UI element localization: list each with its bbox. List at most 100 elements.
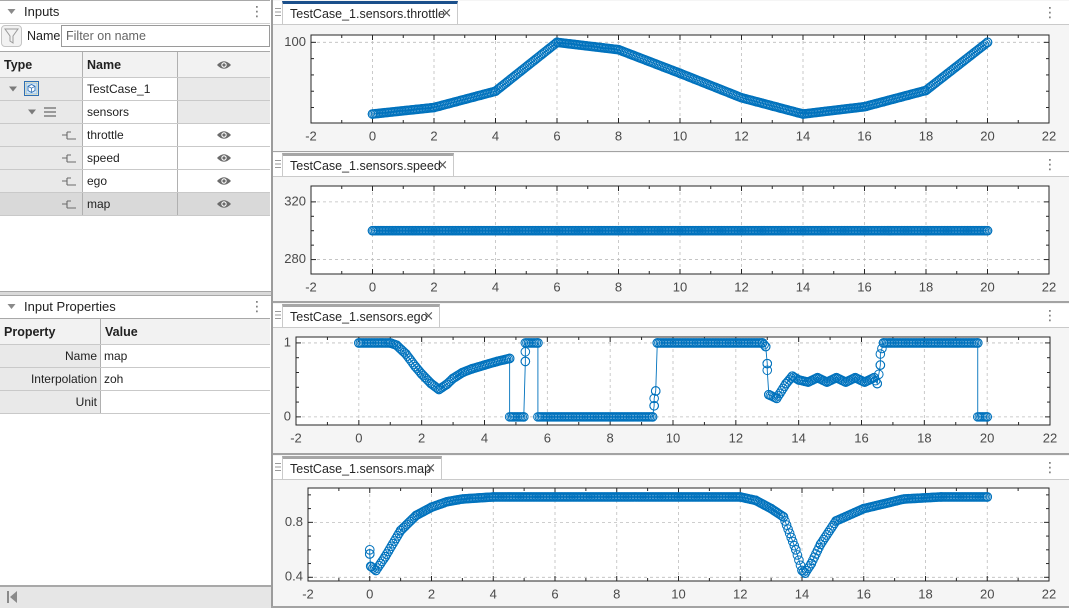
funnel-icon[interactable] xyxy=(1,25,22,47)
x-tick-label: 6 xyxy=(551,586,558,601)
filter-name-input[interactable] xyxy=(61,25,270,47)
close-tab-icon[interactable]: × xyxy=(425,461,436,476)
plot-panel-throttle: TestCase_1.sensors.throttle × ⋮ -2 0 2 4 6 8 1… xyxy=(273,0,1069,151)
eye-icon[interactable] xyxy=(216,199,232,209)
x-tick-label: 20 xyxy=(980,279,994,294)
visibility-toggle[interactable] xyxy=(178,193,270,215)
more-options-icon[interactable]: ⋮ xyxy=(1043,460,1057,476)
column-header-visibility[interactable] xyxy=(178,52,270,77)
property-value-name[interactable]: map xyxy=(101,345,270,367)
tree-row-speed[interactable]: speed xyxy=(0,147,270,170)
signal-icon xyxy=(62,200,76,209)
property-value-unit[interactable] xyxy=(101,391,270,413)
expand-triangle-icon[interactable] xyxy=(28,109,36,115)
tree-row-name: speed xyxy=(83,147,178,169)
column-header-name[interactable]: Name xyxy=(83,52,178,77)
x-tick-label: 4 xyxy=(492,279,499,294)
close-tab-icon[interactable]: × xyxy=(423,309,434,324)
more-options-icon[interactable]: ⋮ xyxy=(1043,5,1057,21)
map-chart: -2 0 2 4 6 8 10 12 14 16 18 20 22 0.4 0.8 xyxy=(285,487,1056,601)
visibility-toggle[interactable] xyxy=(178,124,270,146)
close-tab-icon[interactable]: × xyxy=(441,6,452,21)
x-tick-label: -2 xyxy=(305,128,317,143)
x-tick-label: -2 xyxy=(302,586,314,601)
x-tick-label: 22 xyxy=(1042,586,1056,601)
signal-icon xyxy=(62,177,76,186)
x-tick-label: 2 xyxy=(430,279,437,294)
x-tick-label: 2 xyxy=(430,128,437,143)
tab-label: TestCase_1.sensors.map xyxy=(290,462,432,476)
collapse-triangle-icon[interactable] xyxy=(7,8,16,15)
close-tab-icon[interactable]: × xyxy=(437,158,448,173)
x-tick-label: 10 xyxy=(673,128,687,143)
x-tick-label: 8 xyxy=(613,586,620,601)
drag-grip-icon[interactable] xyxy=(275,310,281,320)
eye-icon xyxy=(217,60,231,69)
visibility-cell xyxy=(178,78,270,100)
x-tick-label: 2 xyxy=(418,430,425,445)
tree-row-testcase[interactable]: TestCase_1 xyxy=(0,78,270,101)
x-tick-label: 0 xyxy=(369,128,376,143)
property-label: Unit xyxy=(0,391,101,413)
tab-map[interactable]: TestCase_1.sensors.map × xyxy=(282,456,442,479)
signal-icon xyxy=(62,154,76,163)
x-tick-label: 4 xyxy=(490,586,497,601)
eye-icon[interactable] xyxy=(216,176,232,186)
properties-table: Property Value Name map Interpolation zo… xyxy=(0,318,270,414)
inputs-table-header: Type Name xyxy=(0,52,270,78)
x-tick-label: 10 xyxy=(671,586,685,601)
x-tick-label: -2 xyxy=(305,279,317,294)
eye-icon[interactable] xyxy=(216,130,232,140)
tab-strip: TestCase_1.sensors.ego × ⋮ xyxy=(273,304,1069,328)
x-tick-label: 22 xyxy=(1042,128,1056,143)
drag-grip-icon[interactable] xyxy=(275,7,281,17)
drag-grip-icon[interactable] xyxy=(275,462,281,472)
x-tick-label: 20 xyxy=(980,128,994,143)
tab-speed[interactable]: TestCase_1.sensors.speed × xyxy=(282,153,454,176)
expand-triangle-icon[interactable] xyxy=(9,86,17,92)
more-options-icon[interactable]: ⋮ xyxy=(250,299,264,315)
collapse-triangle-icon[interactable] xyxy=(7,303,16,310)
collapse-left-icon[interactable] xyxy=(7,591,17,603)
more-options-icon[interactable]: ⋮ xyxy=(1043,308,1057,324)
more-options-icon[interactable]: ⋮ xyxy=(250,4,264,20)
x-tick-label: 20 xyxy=(980,586,994,601)
tree-row-sensors[interactable]: sensors xyxy=(0,101,270,124)
eye-icon[interactable] xyxy=(216,153,232,163)
tree-row-throttle[interactable]: throttle xyxy=(0,124,270,147)
x-tick-label: 14 xyxy=(795,586,809,601)
tab-strip: TestCase_1.sensors.map × ⋮ xyxy=(273,456,1069,480)
tree-row-map[interactable]: map xyxy=(0,193,270,216)
column-header-type[interactable]: Type xyxy=(0,52,83,77)
drag-grip-icon[interactable] xyxy=(275,159,281,169)
tab-label: TestCase_1.sensors.ego xyxy=(290,310,428,324)
x-tick-label: 22 xyxy=(1043,430,1057,445)
tree-row-ego[interactable]: ego xyxy=(0,170,270,193)
plot-panel-ego: TestCase_1.sensors.ego × ⋮ -2 0 2 4 6 8 10 12 14… xyxy=(273,303,1069,453)
column-header-value[interactable]: Value xyxy=(101,319,270,344)
tab-strip: TestCase_1.sensors.throttle × ⋮ xyxy=(273,1,1069,25)
property-value-interpolation[interactable]: zoh xyxy=(101,368,270,390)
y-tick-label: 0.8 xyxy=(285,514,303,529)
visibility-cell xyxy=(178,101,270,123)
x-tick-label: 0 xyxy=(355,430,362,445)
x-tick-label: 16 xyxy=(857,279,871,294)
left-panel-footer xyxy=(0,585,271,608)
tab-throttle[interactable]: TestCase_1.sensors.throttle × xyxy=(282,1,458,24)
x-tick-label: 6 xyxy=(544,430,551,445)
left-panel: Inputs ⋮ Name Type Name TestCase_1 xyxy=(0,0,273,608)
tree-row-name: throttle xyxy=(83,124,178,146)
y-tick-label: 0.4 xyxy=(285,569,303,584)
x-tick-label: 4 xyxy=(492,128,499,143)
visibility-toggle[interactable] xyxy=(178,147,270,169)
type-cell xyxy=(0,193,83,215)
x-tick-label: 8 xyxy=(607,430,614,445)
visibility-toggle[interactable] xyxy=(178,170,270,192)
tab-ego[interactable]: TestCase_1.sensors.ego × xyxy=(282,304,440,327)
column-header-property[interactable]: Property xyxy=(0,319,101,344)
x-tick-label: 10 xyxy=(666,430,680,445)
properties-panel-title: Input Properties xyxy=(24,299,116,314)
more-options-icon[interactable]: ⋮ xyxy=(1043,157,1057,173)
type-cell xyxy=(0,147,83,169)
y-tick-label: 0 xyxy=(284,408,291,423)
